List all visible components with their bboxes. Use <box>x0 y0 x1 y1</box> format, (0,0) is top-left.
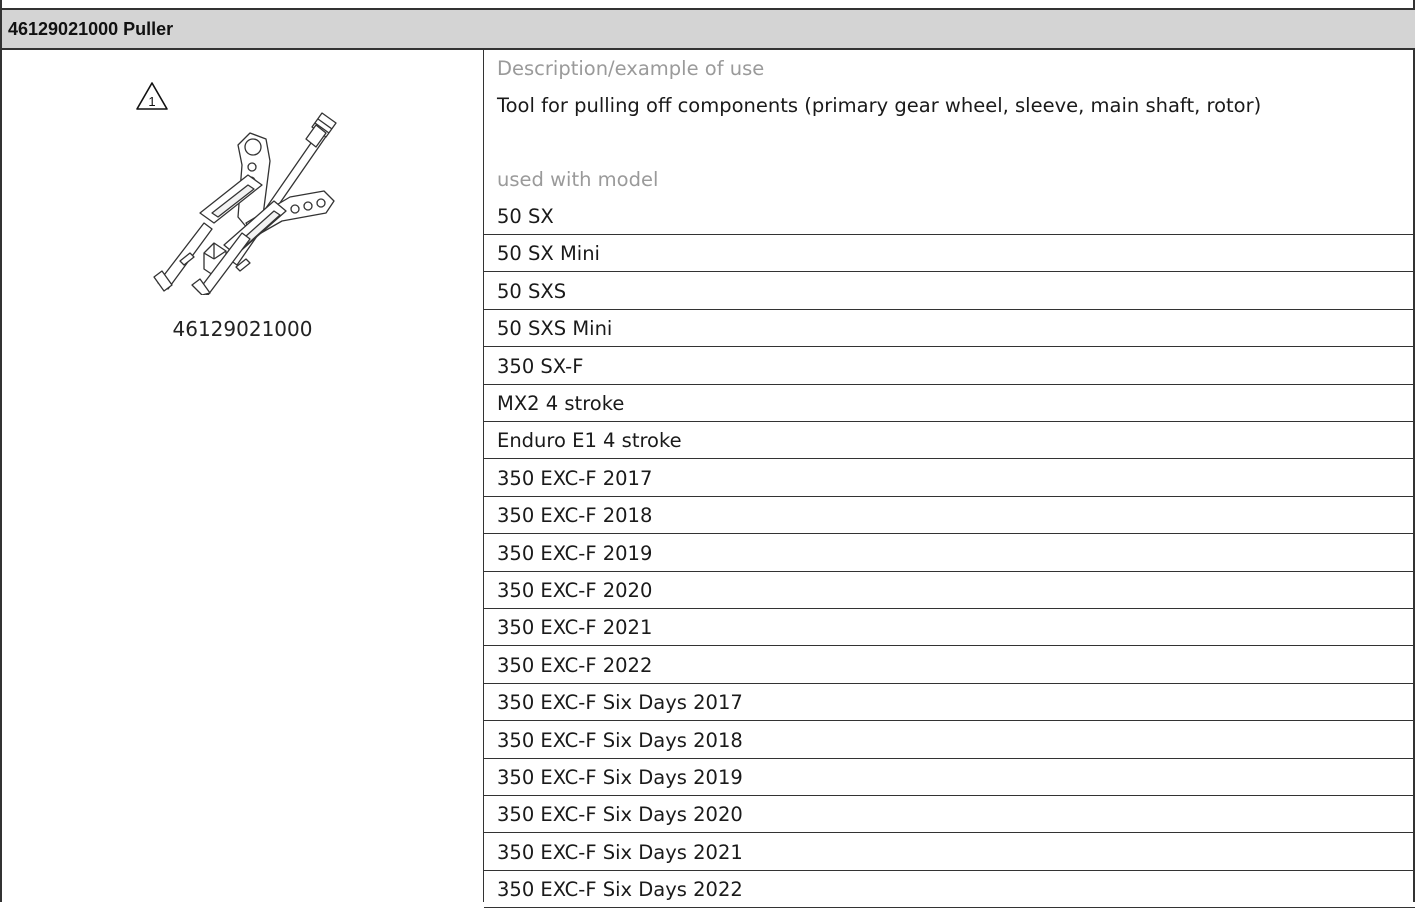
model-row: 350 EXC-F 2017 <box>484 460 1415 497</box>
model-row: 350 SX-F <box>484 348 1415 385</box>
description-text: Tool for pulling off components (primary… <box>497 94 1262 117</box>
model-row: 350 EXC-F 2020 <box>484 572 1415 609</box>
tool-sheet: 46129021000 Puller 1 46129021000 Descrip… <box>0 0 1415 908</box>
tool-code: 46129021000 <box>172 317 313 341</box>
model-row: 50 SX Mini <box>484 235 1415 272</box>
model-row: 350 EXC-F Six Days 2019 <box>484 759 1415 796</box>
model-row: 50 SXS Mini <box>484 310 1415 347</box>
model-row: MX2 4 stroke <box>484 385 1415 422</box>
tool-info-cell: Description/example of use Tool for pull… <box>484 50 1415 908</box>
model-row: 350 EXC-F 2019 <box>484 535 1415 572</box>
model-row: Enduro E1 4 stroke <box>484 422 1415 459</box>
models-label: used with model <box>497 168 659 191</box>
model-row: 350 EXC-F Six Days 2022 <box>484 871 1415 908</box>
model-row: 350 EXC-F 2022 <box>484 647 1415 684</box>
spacer-row <box>484 124 1415 161</box>
page-title: 46129021000 Puller <box>8 19 174 39</box>
model-row: 350 EXC-F Six Days 2018 <box>484 722 1415 759</box>
tool-image-cell: 1 46129021000 <box>2 50 483 902</box>
title-bar: 46129021000 Puller <box>2 8 1415 50</box>
puller-tool-image <box>153 112 337 295</box>
description-label: Description/example of use <box>497 57 765 80</box>
model-row: 350 EXC-F 2021 <box>484 609 1415 646</box>
model-row: 350 EXC-F 2018 <box>484 497 1415 534</box>
model-row: 350 EXC-F Six Days 2021 <box>484 834 1415 871</box>
model-row: 50 SXS <box>484 273 1415 310</box>
model-row: 350 EXC-F Six Days 2020 <box>484 796 1415 833</box>
model-row: 50 SX <box>484 198 1415 235</box>
model-row: 350 EXC-F Six Days 2017 <box>484 684 1415 721</box>
